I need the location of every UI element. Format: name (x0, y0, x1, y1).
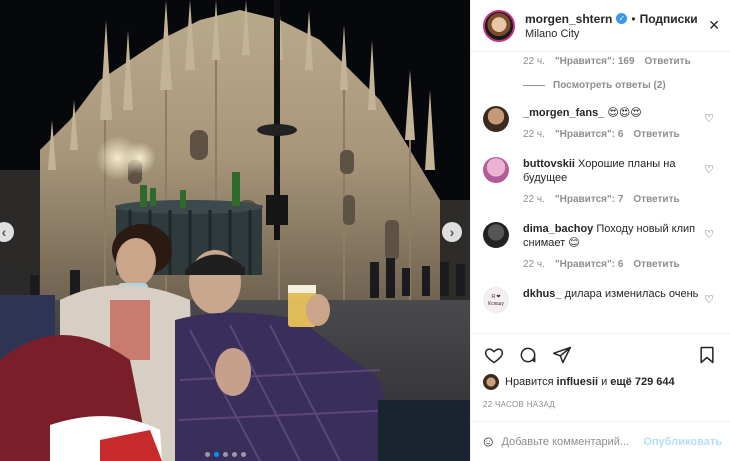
publish-comment-button[interactable]: Опубликовать (643, 436, 722, 448)
commenter-username[interactable]: buttovskii (523, 158, 575, 170)
carousel-dot-active (214, 452, 219, 457)
comment-meta: 22 ч. "Нравится": 7 Ответить (523, 193, 700, 207)
comment-likes-count[interactable]: "Нравится": 169 (555, 56, 635, 67)
comment-time: 22 ч. (523, 259, 545, 270)
reply-button[interactable]: Ответить (633, 128, 679, 142)
comment-time: 22 ч. (523, 56, 545, 67)
reply-button[interactable]: Ответить (645, 56, 691, 67)
likes-count[interactable]: ещё 729 644 (610, 376, 674, 388)
comment-body: dima_bachoy Походу новый клип снимает 😊 … (523, 222, 718, 272)
commenter-username[interactable]: dkhus_ (523, 288, 562, 300)
add-comment-bar: Опубликовать (471, 421, 730, 461)
post-sidebar: morgen_shtern ✓ • Подписки Milano City ✕… (470, 0, 730, 461)
comment-body: buttovskii Хорошие планы на будущее 22 ч… (523, 157, 718, 207)
carousel-dot (241, 452, 246, 457)
likes-summary: Нравится influesii и ещё 729 644 (483, 374, 718, 390)
comment-likes-count[interactable]: "Нравится": 6 (555, 128, 624, 142)
commenter-avatar[interactable] (483, 222, 509, 248)
separator-dot: • (631, 11, 636, 26)
like-comment-heart-icon[interactable]: ♡ (704, 163, 714, 176)
author-avatar[interactable] (483, 9, 515, 42)
close-icon[interactable]: ✕ (708, 17, 720, 34)
comment-likes-count[interactable]: "Нравится": 7 (555, 193, 624, 207)
likes-and: и (601, 376, 608, 388)
reply-button[interactable]: Ответить (633, 193, 679, 207)
like-comment-heart-icon[interactable]: ♡ (704, 293, 714, 306)
instagram-post: ‹ › morgen_shtern ✓ • Подписки Milano Ci… (0, 0, 730, 461)
verified-badge-icon: ✓ (616, 13, 628, 24)
post-actions: Нравится influesii и ещё 729 644 22 ЧАСО… (471, 333, 730, 409)
comment-bubble-icon[interactable] (517, 344, 539, 366)
cathedral-night-photo (0, 0, 470, 461)
comment-item: dima_bachoy Походу новый клип снимает 😊 … (483, 222, 718, 272)
add-comment-input[interactable] (501, 435, 644, 448)
comment-body: _morgen_fans_ 😍😍😍 22 ч. "Нравится": 6 От… (523, 106, 718, 142)
comment-item: Я ❤ Ксюшу dkhus_ дилара изменилась очень… (483, 287, 718, 313)
commenter-avatar[interactable] (483, 157, 509, 183)
carousel-dot (223, 452, 228, 457)
liker-avatar[interactable] (483, 374, 499, 390)
comment-text: 😍😍😍 (607, 107, 642, 119)
author-username[interactable]: morgen_shtern (525, 12, 612, 26)
comment-likes-count[interactable]: "Нравится": 6 (555, 258, 624, 272)
like-comment-heart-icon[interactable]: ♡ (704, 112, 714, 125)
comment-body: dkhus_ дилара изменилась очень (523, 287, 718, 301)
action-icons (483, 344, 718, 366)
author-line: morgen_shtern ✓ • Подписки (525, 12, 708, 26)
comment-item: buttovskii Хорошие планы на будущее 22 ч… (483, 157, 718, 207)
comment-meta: 22 ч. "Нравится": 6 Ответить (523, 128, 700, 142)
carousel-dot (232, 452, 237, 457)
comment-time: 22 ч. (523, 129, 545, 140)
commenter-avatar[interactable]: Я ❤ Ксюшу (483, 287, 509, 313)
commenter-avatar[interactable] (483, 106, 509, 132)
reply-button[interactable]: Ответить (633, 258, 679, 272)
comment-time: 22 ч. (523, 194, 545, 205)
like-heart-icon[interactable] (483, 344, 505, 366)
view-replies-button[interactable]: Посмотреть ответы (2) (483, 80, 718, 91)
comment-meta: 22 ч. "Нравится": 169 Ответить (483, 56, 718, 67)
view-replies-label: Посмотреть ответы (2) (553, 80, 666, 91)
commenter-username[interactable]: _morgen_fans_ (523, 107, 604, 119)
comment-meta: 22 ч. "Нравится": 6 Ответить (523, 258, 700, 272)
comment-text: дилара изменилась очень (564, 288, 699, 300)
carousel-dot (205, 452, 210, 457)
liker-username[interactable]: influesii (557, 376, 599, 388)
likes-prefix: Нравится (505, 376, 554, 388)
replies-divider (523, 85, 545, 86)
post-location[interactable]: Milano City (525, 28, 708, 40)
like-comment-heart-icon[interactable]: ♡ (704, 228, 714, 241)
commenter-username[interactable]: dima_bachoy (523, 223, 593, 235)
post-photo[interactable]: ‹ › (0, 0, 470, 461)
comments-list: 22 ч. "Нравится": 169 Ответить Посмотрет… (471, 52, 730, 333)
post-header: morgen_shtern ✓ • Подписки Milano City ✕ (471, 0, 730, 52)
post-time[interactable]: 22 ЧАСОВ НАЗАД (483, 400, 718, 409)
follow-status-button[interactable]: Подписки (640, 12, 698, 26)
save-bookmark-icon[interactable] (696, 344, 718, 366)
share-paper-plane-icon[interactable] (551, 344, 573, 366)
emoji-smiley-icon[interactable] (483, 432, 493, 452)
author-info: morgen_shtern ✓ • Подписки Milano City (525, 12, 708, 40)
carousel-indicator (205, 452, 246, 457)
carousel-next-button[interactable]: › (442, 222, 462, 242)
comment-item: _morgen_fans_ 😍😍😍 22 ч. "Нравится": 6 От… (483, 106, 718, 142)
